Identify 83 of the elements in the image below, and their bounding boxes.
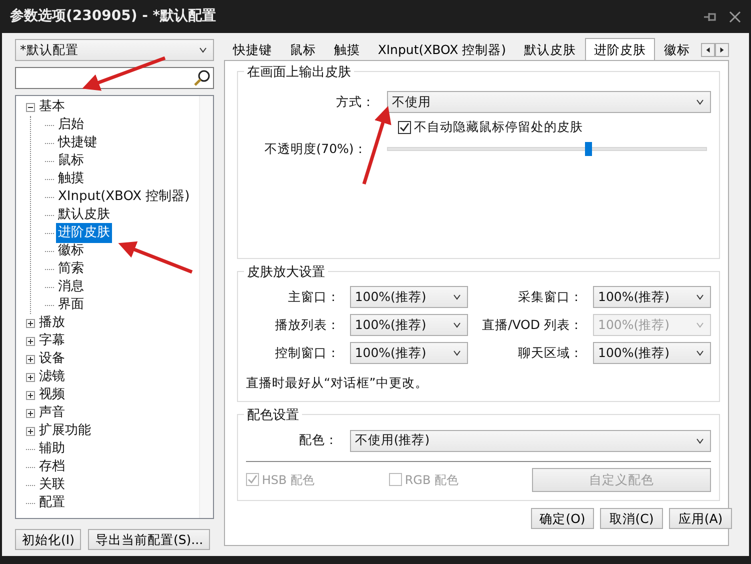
color-scheme-dropdown[interactable]: 不使用(推荐) (350, 430, 711, 452)
caret-icon (696, 350, 704, 356)
collapse-icon[interactable] (26, 102, 35, 112)
tree-item[interactable]: 存档 (37, 457, 67, 477)
tree-item[interactable]: 简索 (56, 259, 86, 279)
tab[interactable]: XInput(XBOX 控制器) (368, 40, 515, 60)
tree-item[interactable]: 字幕 (37, 331, 67, 351)
scroll-right-icon[interactable] (715, 43, 729, 57)
caret-icon (696, 294, 704, 300)
caret-icon (452, 350, 461, 356)
caret-icon (452, 322, 461, 328)
expand-icon[interactable] (26, 408, 35, 418)
caret-icon (452, 294, 461, 300)
checkbox-label: RGB 配色 (404, 472, 458, 489)
expand-icon[interactable] (26, 372, 35, 382)
search-icon (192, 69, 211, 87)
scrollbar[interactable] (198, 96, 213, 518)
field-label: 方式： (334, 92, 376, 111)
profile-dropdown[interactable]: *默认配置 (15, 39, 214, 61)
tab[interactable]: 徽标 (655, 40, 699, 60)
button[interactable]: 确定(O) (531, 508, 594, 529)
slider-thumb[interactable] (585, 142, 592, 156)
tree-item[interactable]: 扩展功能 (37, 421, 93, 441)
field-label: 播放列表： (274, 316, 341, 334)
tab[interactable]: 默认皮肤 (515, 40, 585, 60)
zoom-dropdown[interactable]: 100%(推荐) (350, 286, 468, 308)
tree-item[interactable]: 基本 (37, 97, 67, 117)
tree-item[interactable]: 徽标 (56, 241, 86, 261)
tree-item[interactable]: 滤镜 (37, 367, 67, 387)
expand-icon[interactable] (26, 354, 35, 364)
tree-item[interactable]: 启始 (56, 115, 86, 135)
window-title: 参数选项(230905) - *默认配置 (10, 7, 216, 26)
caret-icon (696, 322, 704, 328)
zoom-dropdown[interactable]: 100%(推荐) (350, 314, 468, 336)
field-label: 不透明度(70%)： (263, 140, 368, 158)
field-label: 聊天区域： (517, 344, 584, 362)
button[interactable]: 导出当前配置(S)... (88, 529, 210, 550)
tab[interactable]: 快捷键 (224, 40, 281, 60)
expand-icon[interactable] (26, 426, 35, 436)
mode-dropdown[interactable]: 不使用 (386, 91, 711, 113)
button[interactable]: 应用(A) (669, 508, 732, 529)
scroll-left-icon[interactable] (701, 43, 715, 57)
expand-icon[interactable] (26, 390, 35, 400)
tree-item[interactable]: 播放 (37, 313, 67, 333)
tree-item[interactable]: XInput(XBOX 控制器) (56, 187, 192, 207)
tree-item[interactable]: 进阶皮肤 (56, 223, 112, 243)
zoom-dropdown[interactable]: 100%(推荐) (593, 286, 711, 308)
tree-item[interactable]: 界面 (56, 295, 86, 315)
button[interactable]: 取消(C) (600, 508, 663, 529)
tree-item[interactable]: 触摸 (56, 169, 86, 189)
checkbox-label: 不自动隐藏鼠标停留处的皮肤 (414, 118, 583, 136)
close-icon[interactable] (729, 10, 741, 22)
tree-item[interactable]: 默认皮肤 (56, 205, 112, 225)
field-label: 主窗口： (286, 288, 341, 306)
tree-item[interactable]: 设备 (37, 349, 67, 369)
tree-item[interactable]: 快捷键 (56, 133, 99, 153)
caret-icon (696, 438, 704, 444)
tree-item[interactable]: 鼠标 (56, 151, 86, 171)
tree-item[interactable]: 视频 (37, 385, 67, 405)
tree-item[interactable]: 配置 (37, 493, 67, 513)
field-label: 采集窗口： (517, 288, 584, 306)
zoom-dropdown[interactable]: 100%(推荐) (593, 342, 711, 364)
caret-icon (696, 99, 704, 105)
checkbox[interactable] (398, 120, 411, 134)
tree-item[interactable]: 声音 (37, 403, 67, 423)
pin-icon[interactable] (703, 10, 717, 22)
tree-item[interactable]: 辅助 (37, 439, 67, 459)
button[interactable]: 初始化(I) (15, 529, 82, 550)
field-label: 直播/VOD 列表： (481, 316, 584, 334)
search-field[interactable] (15, 67, 214, 89)
tab[interactable]: 触摸 (324, 40, 369, 60)
field-label: 配色： (298, 431, 339, 450)
tree-item[interactable]: 消息 (56, 277, 86, 297)
expand-icon[interactable] (26, 336, 35, 346)
hint-text: 直播时最好从“对话框”中更改。 (246, 374, 429, 392)
field-label: 控制窗口： (274, 344, 341, 362)
checkbox-label: HSB 配色 (262, 472, 314, 489)
zoom-dropdown[interactable]: 100%(推荐) (350, 342, 468, 364)
tab[interactable]: 进阶皮肤 (585, 38, 655, 60)
tab[interactable]: 鼠标 (280, 40, 325, 60)
caret-icon (198, 47, 207, 53)
expand-icon[interactable] (26, 318, 35, 328)
tree-item[interactable]: 关联 (37, 475, 67, 495)
